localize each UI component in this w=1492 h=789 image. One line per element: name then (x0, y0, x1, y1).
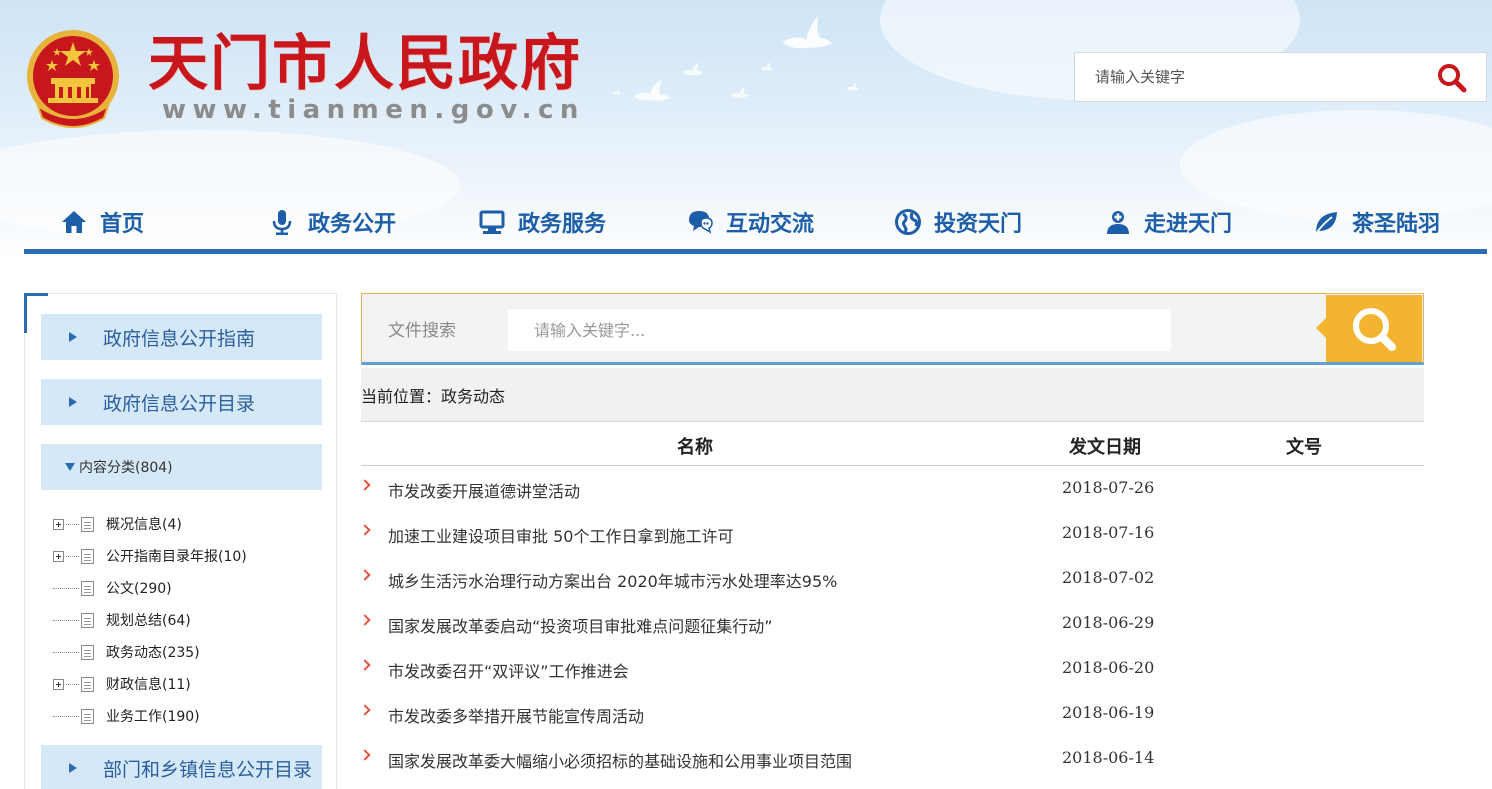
chevron-right-icon (359, 614, 371, 626)
tree-item[interactable]: 概况信息(4) (53, 513, 182, 535)
row-title-link[interactable]: 国家发展改革委启动“投资项目审批难点问题征集行动” (388, 613, 773, 637)
dove-icon (634, 80, 670, 101)
row-date: 2018-07-26 (1062, 478, 1155, 497)
document-icon (81, 580, 94, 596)
tree-item[interactable]: 规划总结(64) (53, 609, 191, 631)
row-title-link[interactable]: 国家发展改革委大幅缩小必须招标的基础设施和公用事业项目范围 (388, 748, 852, 772)
table-row[interactable]: 市发改委开展道德讲堂活动 2018-07-26 (359, 467, 1424, 512)
dove-icon (846, 82, 860, 91)
triangle-right-icon (69, 763, 77, 773)
row-title-link[interactable]: 市发改委召开“双评议”工作推进会 (388, 658, 629, 682)
leaf-icon (1316, 212, 1337, 233)
tree-item[interactable]: 公开指南目录年报(10) (53, 545, 247, 567)
row-date: 2018-07-02 (1062, 568, 1155, 587)
globe-icon (895, 209, 921, 235)
row-date: 2018-06-29 (1062, 613, 1155, 632)
header-search (1074, 52, 1487, 102)
table-row[interactable]: 市发改委召开“双评议”工作推进会 2018-06-20 (359, 647, 1424, 692)
nav-item-discover[interactable]: 走进天门 (1104, 202, 1232, 242)
chevron-right-icon (359, 659, 371, 671)
document-icon (81, 612, 94, 628)
expand-plus-icon[interactable] (53, 678, 64, 690)
table-row[interactable]: 国家发展改革委启动“投资项目审批难点问题征集行动” 2018-06-29 (359, 602, 1424, 647)
document-icon (81, 644, 94, 660)
triangle-right-icon (69, 397, 77, 407)
expand-plus-icon[interactable] (53, 518, 64, 530)
tree-item[interactable]: 公文(290) (53, 577, 172, 599)
row-title-link[interactable]: 市发改委多举措开展节能宣传周活动 (388, 703, 644, 727)
dove-icon (731, 86, 749, 98)
chevron-right-icon (359, 749, 371, 761)
file-search-button[interactable] (1316, 295, 1422, 362)
nav-item-gov-service[interactable]: 政务服务 (478, 202, 606, 242)
file-search-label: 文件搜索 (388, 321, 456, 341)
document-icon (81, 676, 94, 692)
row-date: 2018-07-16 (1062, 523, 1155, 542)
chevron-right-icon (359, 524, 371, 536)
nav-item-invest[interactable]: 投资天门 (894, 202, 1022, 242)
dove-icon (612, 88, 622, 95)
nav-item-gov-affairs[interactable]: 政务公开 (268, 202, 396, 242)
sidebar-item-guide[interactable]: 政府信息公开指南 (41, 314, 322, 360)
dove-icon (760, 62, 774, 71)
column-header-date: 发文日期 (1069, 437, 1141, 458)
row-title-link[interactable]: 城乡生活污水治理行动方案出台 2020年城市污水处理率达95% (388, 568, 837, 592)
microphone-icon (272, 210, 292, 235)
tree-item[interactable]: 政务动态(235) (53, 641, 200, 663)
search-icon[interactable] (1436, 62, 1468, 94)
file-search-bar: 文件搜索 (361, 293, 1424, 365)
national-emblem-icon[interactable] (24, 26, 122, 130)
sidebar-item-dept-catalog[interactable]: 部门和乡镇信息公开目录 (41, 745, 322, 789)
triangle-right-icon (69, 332, 77, 342)
table-row[interactable]: 加速工业建设项目审批 50个工作日拿到施工许可 2018-07-16 (359, 512, 1424, 557)
row-title-link[interactable]: 加速工业建设项目审批 50个工作日拿到施工许可 (388, 523, 733, 547)
sidebar: 政府信息公开指南 政府信息公开目录 内容分类(804) 概况信息(4) 公开指南… (24, 293, 337, 789)
sidebar-item-catalog[interactable]: 政府信息公开目录 (41, 379, 322, 425)
document-icon (81, 708, 94, 724)
chevron-right-icon (359, 479, 371, 491)
dove-icon (683, 63, 703, 76)
row-date: 2018-06-20 (1062, 658, 1155, 677)
tree-item[interactable]: 财政信息(11) (53, 673, 191, 695)
dove-icon (782, 16, 832, 49)
nav-item-luyu[interactable]: 茶圣陆羽 (1312, 202, 1440, 242)
header-search-input[interactable] (1075, 53, 1425, 101)
row-date: 2018-06-14 (1062, 748, 1155, 767)
expand-plus-icon[interactable] (53, 550, 64, 562)
site-title[interactable]: 天门市人民政府 (148, 28, 582, 100)
table-row[interactable]: 市发改委多举措开展节能宣传周活动 2018-06-19 (359, 692, 1424, 737)
triangle-down-icon (65, 463, 75, 471)
chat-icon (689, 211, 713, 234)
main-nav: 首页 政务公开 政务服务 互动交流 投资天门 走进天门 茶圣陆羽 (24, 196, 1487, 254)
person-icon (1107, 211, 1129, 234)
home-icon (62, 211, 86, 233)
tree-item[interactable]: 业务工作(190) (53, 705, 200, 727)
search-icon (1353, 308, 1396, 351)
chevron-right-icon (359, 569, 371, 581)
document-icon (81, 548, 94, 564)
row-date: 2018-06-19 (1062, 703, 1155, 722)
column-header-doc-no: 文号 (1286, 437, 1322, 458)
table-header: 名称 发文日期 文号 (361, 422, 1424, 466)
chevron-right-icon (359, 704, 371, 716)
computer-icon (479, 210, 505, 234)
table-row[interactable]: 国家发展改革委大幅缩小必须招标的基础设施和公用事业项目范围 2018-06-14 (359, 737, 1424, 782)
site-url[interactable]: www.tianmen.gov.cn (162, 94, 585, 126)
nav-item-home[interactable]: 首页 (60, 202, 144, 242)
sidebar-category-header[interactable]: 内容分类(804) (41, 444, 322, 490)
column-header-name: 名称 (677, 437, 713, 458)
row-title-link[interactable]: 市发改委开展道德讲堂活动 (388, 478, 580, 502)
breadcrumb: 当前位置：政务动态 (361, 368, 1424, 422)
document-icon (81, 516, 94, 532)
table-row[interactable]: 城乡生活污水治理行动方案出台 2020年城市污水处理率达95% 2018-07-… (359, 557, 1424, 602)
file-search-input[interactable] (508, 309, 1171, 351)
nav-item-interaction[interactable]: 互动交流 (686, 202, 814, 242)
